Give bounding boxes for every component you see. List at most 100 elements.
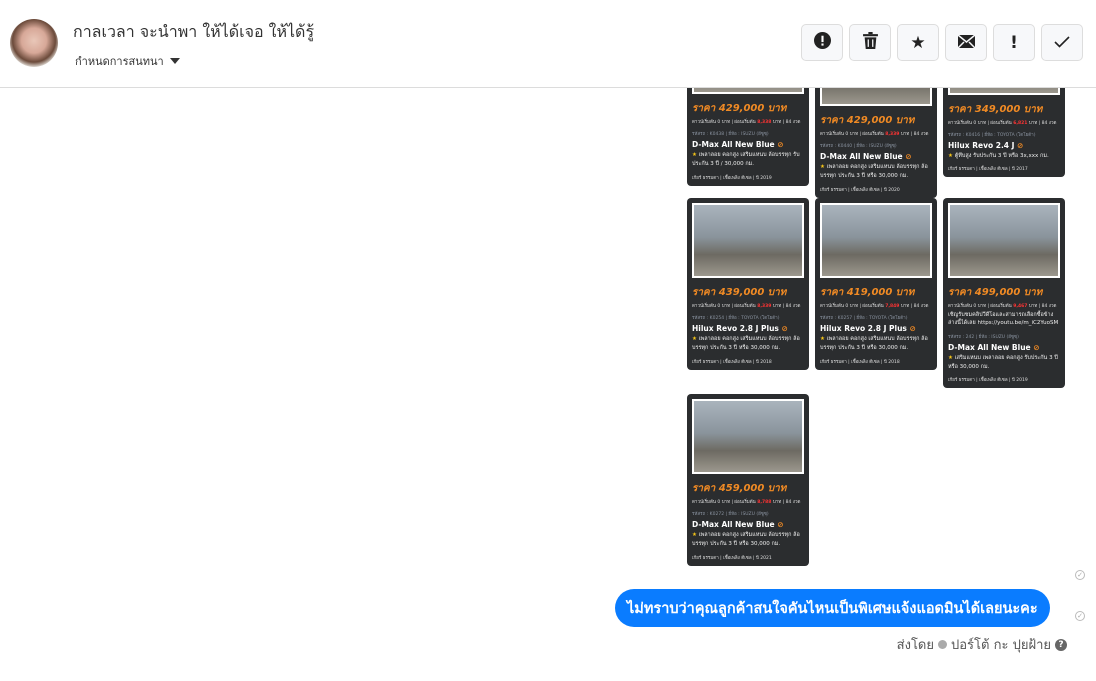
car-description: ★ เพลาลอย คอกสูง เสริมแหนบ ล้อบรรทุก รับ… xyxy=(692,152,800,168)
car-model: Hilux Revo 2.8 J Plus ⊘ xyxy=(692,324,804,333)
model-text: D-Max All New Blue xyxy=(820,152,903,161)
financing-info: ดาวน์เริ่มต้น 0 บาท | ผ่อนเริ่มต้น 6,821… xyxy=(948,121,1057,126)
model-text: Hilux Revo 2.4 J xyxy=(948,141,1015,150)
car-specs: เกียร์ ธรรมดา | เชื้อเพลิง ดีเซล | ปี 20… xyxy=(820,187,900,193)
car-specs: เกียร์ ธรรมดา | เชื้อเพลิง ดีเซล | ปี 20… xyxy=(692,175,772,181)
check-button[interactable] xyxy=(1041,24,1083,61)
verified-badge-icon: ⊘ xyxy=(905,152,912,161)
monthly-amount: 9,467 xyxy=(1013,304,1028,309)
model-text: D-Max All New Blue xyxy=(692,520,775,529)
star-icon: ★ xyxy=(948,354,953,361)
price: ราคา 349,000 บาท xyxy=(948,104,1043,115)
car-specs: เกียร์ ธรรมดา | เชื้อเพลิง ดีเซล | ปี 20… xyxy=(948,167,1028,173)
monthly-amount: 8,788 xyxy=(757,500,772,505)
car-code-brand: รหัสรถ : K0254 | ยี่ห้อ : TOYOTA (โตโยต้… xyxy=(692,316,780,321)
price: ราคา 429,000 บาท xyxy=(692,103,787,114)
financing-info: ดาวน์เริ่มต้น 0 บาท | ผ่อนเริ่มต้น 8,339… xyxy=(692,304,801,309)
monthly-amount: 6,821 xyxy=(1013,121,1028,126)
verified-badge-icon: ⊘ xyxy=(777,140,784,149)
car-description: ★ เพลาลอย คอกสูง เสริมแหนบ ล้อบรรทุก ล้อ… xyxy=(692,532,800,548)
star-icon: ★ xyxy=(692,532,697,538)
verified-icon xyxy=(938,640,947,649)
car-photo xyxy=(692,203,804,278)
monthly-amount: 8,339 xyxy=(885,132,900,137)
financing-info: ดาวน์เริ่มต้น 0 บาท | ผ่อนเริ่มต้น 9,467… xyxy=(948,304,1057,309)
video-link-text[interactable]: เชิญรับชมคลิปวีดีโอและสามารถเลือกซื้อข้า… xyxy=(948,311,1060,328)
sent-by-label: ส่งโดย xyxy=(896,638,934,653)
verified-badge-icon: ⊘ xyxy=(909,324,916,333)
financing-info: ดาวน์เริ่มต้น 0 บาท | ผ่อนเริ่มต้น 7,849… xyxy=(820,304,929,309)
monthly-amount: 8,339 xyxy=(757,304,772,309)
verified-badge-icon: ⊘ xyxy=(1033,342,1040,352)
product-card[interactable]: ราคา 459,000 บาท ดาวน์เริ่มต้น 0 บาท | ผ… xyxy=(687,394,809,566)
contact-name: กาลเวลา จะนำพา ให้ได้เจอ ให้ได้รู้ xyxy=(73,22,315,41)
car-code-brand: รหัสรถ : K0416 | ยี่ห้อ : TOYOTA (โตโยต้… xyxy=(948,133,1036,138)
help-icon[interactable]: ? xyxy=(1055,638,1067,651)
car-specs: เกียร์ ธรรมดา | เชื้อเพลิง ดีเซล | ปี 20… xyxy=(692,359,772,365)
star-icon: ★ xyxy=(910,32,926,53)
price: ราคา 459,000 บาท xyxy=(692,483,787,494)
car-description: ★ เพลาลอย คอกสูง เสริมแหนบ ล้อบรรทุก ล้อ… xyxy=(692,336,800,352)
trash-icon xyxy=(862,31,878,54)
seen-check-icon: ✓ xyxy=(1075,570,1085,580)
car-description: ★ เพลาลอย คอกสูง เสริมแหนบ ล้อบรรทุก ล้อ… xyxy=(820,164,928,180)
car-code-brand: รหัสรถ : K0438 | ยี่ห้อ : ISUZU (อีซูซุ) xyxy=(692,132,769,137)
price: ราคา 419,000 บาท xyxy=(820,287,915,298)
message-bubble: ไม่ทราบว่าคุณลูกค้าสนใจคันไหนเป็นพิเศษแจ… xyxy=(615,589,1050,627)
message-text: ไม่ทราบว่าคุณลูกค้าสนใจคันไหนเป็นพิเศษแจ… xyxy=(627,600,1038,617)
car-specs: เกียร์ ธรรมดา | เชื้อเพลิง ดีเซล | ปี 20… xyxy=(948,378,1028,384)
car-description: ★ ตู้ทึบสูง รับประกัน 3 ปี หรือ 3x,xxx ก… xyxy=(948,153,1049,159)
star-icon: ★ xyxy=(692,152,697,158)
car-photo xyxy=(820,203,932,278)
car-description: ★ เพลาลอย คอกสูง เสริมแหนบ ล้อบรรทุก ล้อ… xyxy=(820,336,928,352)
car-model: D-Max All New Blue ⊘ xyxy=(948,343,1060,352)
caret-down-icon xyxy=(169,58,180,64)
sender-name[interactable]: ปอร์โต้ กะ ปุยฝ้าย xyxy=(951,634,1051,655)
alert-circle-button[interactable] xyxy=(801,24,843,61)
financing-info: ดาวน์เริ่มต้น 0 บาท | ผ่อนเริ่มต้น 8,788… xyxy=(692,500,801,505)
monthly-amount: 8,338 xyxy=(757,120,772,125)
model-text: Hilux Revo 2.8 J Plus xyxy=(692,324,779,333)
alert-circle-icon xyxy=(813,31,831,54)
model-text: D-Max All New Blue xyxy=(692,140,775,149)
action-toolbar: ★! xyxy=(801,24,1083,61)
car-code-brand: รหัสรถ : 242 | ยี่ห้อ : ISUZU (อีซูซุ) xyxy=(948,334,1019,340)
exclamation-button[interactable]: ! xyxy=(993,24,1035,61)
star-icon: ★ xyxy=(820,164,825,170)
verified-badge-icon: ⊘ xyxy=(781,324,788,333)
car-model: D-Max All New Blue ⊘ xyxy=(820,152,932,161)
financing-info: ดาวน์เริ่มต้น 0 บาท | ผ่อนเริ่มต้น 8,339… xyxy=(820,132,929,137)
mail-button[interactable] xyxy=(945,24,987,61)
check-icon xyxy=(1054,33,1070,53)
model-text: D-Max All New Blue xyxy=(948,342,1031,352)
car-code-brand: รหัสรถ : K0440 | ยี่ห้อ : ISUZU (อีซูซุ) xyxy=(820,144,897,149)
car-model: Hilux Revo 2.8 J Plus ⊘ xyxy=(820,324,932,333)
product-card[interactable]: ราคา 499,000 บาท ดาวน์เริ่มต้น 0 บาท | ผ… xyxy=(943,198,1065,389)
seen-check-icon: ✓ xyxy=(1075,611,1085,621)
avatar[interactable] xyxy=(10,19,58,67)
car-code-brand: รหัสรถ : K0272 | ยี่ห้อ : ISUZU (อีซูซุ) xyxy=(692,512,769,517)
product-card[interactable]: ราคา 419,000 บาท ดาวน์เริ่มต้น 0 บาท | ผ… xyxy=(815,198,937,370)
financing-info: ดาวน์เริ่มต้น 0 บาท | ผ่อนเริ่มต้น 8,338… xyxy=(692,120,801,125)
verified-badge-icon: ⊘ xyxy=(777,520,784,529)
product-card[interactable]: ราคา 439,000 บาท ดาวน์เริ่มต้น 0 บาท | ผ… xyxy=(687,198,809,370)
mail-icon xyxy=(956,33,976,53)
car-photo xyxy=(948,203,1060,278)
car-code-brand: รหัสรถ : K0257 | ยี่ห้อ : TOYOTA (โตโยต้… xyxy=(820,316,908,321)
monthly-amount: 7,849 xyxy=(885,304,900,309)
star-button[interactable]: ★ xyxy=(897,24,939,61)
price: ราคา 499,000 บาท xyxy=(948,287,1043,298)
model-text: Hilux Revo 2.8 J Plus xyxy=(820,324,907,333)
car-specs: เกียร์ ธรรมดา | เชื้อเพลิง ดีเซล | ปี 20… xyxy=(820,359,900,365)
price: ราคา 439,000 บาท xyxy=(692,287,787,298)
car-specs: เกียร์ ธรรมดา | เชื้อเพลิง ดีเซล | ปี 20… xyxy=(692,555,772,561)
verified-badge-icon: ⊘ xyxy=(1017,141,1024,150)
trash-button[interactable] xyxy=(849,24,891,61)
star-icon: ★ xyxy=(948,153,953,159)
car-model: Hilux Revo 2.4 J ⊘ xyxy=(948,141,1060,150)
conversation-settings-label: กำหนดการสนทนา xyxy=(75,55,164,68)
car-photo xyxy=(692,399,804,474)
conversation-settings-dropdown[interactable]: กำหนดการสนทนา xyxy=(75,52,180,70)
conversation-header: กาลเวลา จะนำพา ให้ได้เจอ ให้ได้รู้ กำหนด… xyxy=(0,0,1096,88)
sent-by: ส่งโดย ปอร์โต้ กะ ปุยฝ้าย ? xyxy=(897,634,1067,655)
